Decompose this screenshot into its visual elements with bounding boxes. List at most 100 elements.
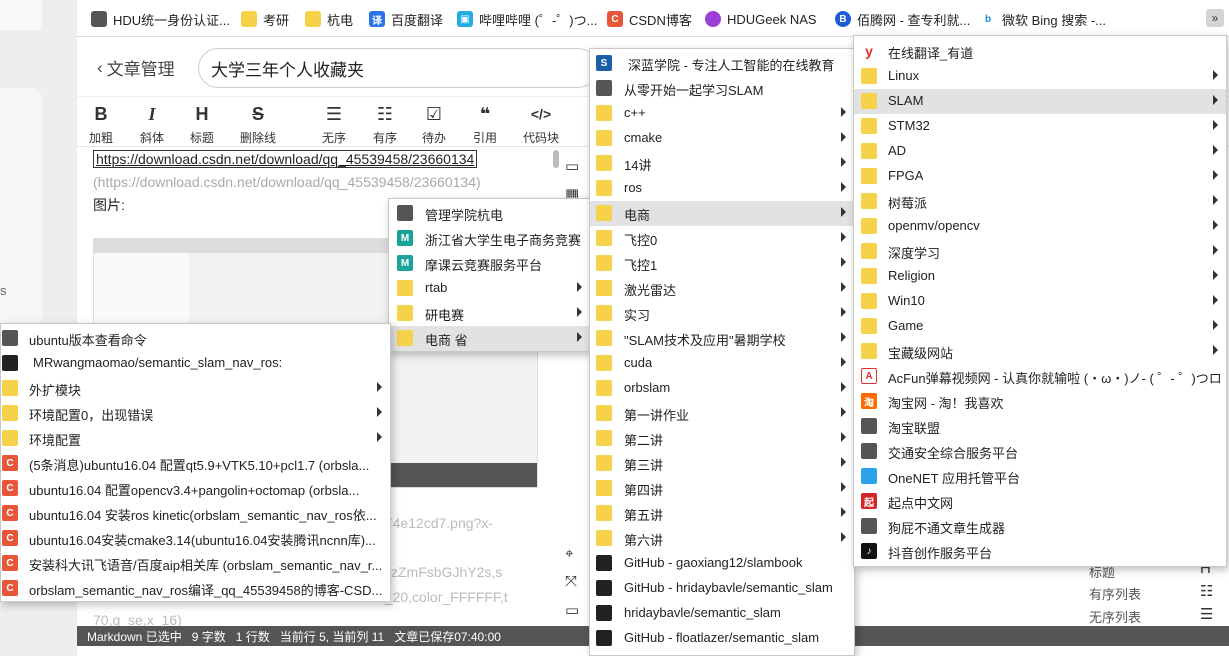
menu-item[interactable]: 管理学院杭电 <box>389 201 590 226</box>
menu-item[interactable]: MRwangmaomao/semantic_slam_nav_ros: <box>1 351 390 376</box>
menu-folder[interactable]: 外扩模块 <box>1 376 390 401</box>
menu-item[interactable]: GitHub - gaoxiang12/slambook <box>590 551 854 576</box>
tool-label: 待办 <box>421 131 446 145</box>
menu-item[interactable]: GitHub - floatlazer/semantic_slam <box>590 626 854 651</box>
menu-folder[interactable]: c++ <box>590 101 854 126</box>
menu-folder[interactable]: 第四讲 <box>590 476 854 501</box>
menu-folder[interactable]: orbslam <box>590 376 854 401</box>
expand-icon[interactable]: ⤧ <box>565 573 577 590</box>
strikethrough-button[interactable]: S 删除线 <box>238 103 278 146</box>
menu-folder[interactable]: cmake <box>590 126 854 151</box>
bookmark-hdu[interactable]: HDU统一身份认证... <box>91 9 230 29</box>
menu-folder[interactable]: cuda <box>590 351 854 376</box>
menu-item[interactable]: ♪ 抖音创作服务平台 <box>854 539 1226 564</box>
menu-item[interactable]: 淘淘宝网 - 淘！我喜欢 <box>854 389 1226 414</box>
menu-item[interactable]: A AcFun弹幕视频网 - 认真你就输啦 (・ω・)ノ- ( ゜- ゜)つロ <box>854 364 1226 389</box>
menu-folder[interactable]: 树莓派 <box>854 189 1226 214</box>
menu-item[interactable]: GitHub - hridaybavle/semantic_slam <box>590 576 854 601</box>
menu-item[interactable]: M 摩课云竞赛服务平台 <box>389 251 590 276</box>
menu-folder[interactable]: 激光雷达 <box>590 276 854 301</box>
menu-folder[interactable]: Win10 <box>854 289 1226 314</box>
menu-item[interactable]: hridaybavle/semantic_slam <box>590 601 854 626</box>
menu-folder[interactable]: ros <box>590 176 854 201</box>
menu-folder[interactable]: rtab <box>389 276 590 301</box>
bookmarks-overflow-button[interactable]: » <box>1206 9 1224 27</box>
menu-folder[interactable]: 环境配置0，出现错误 <box>1 401 390 426</box>
menu-item[interactable]: C (5条消息)ubuntu16.04 配置qt5.9+VTK5.10+pcl1.… <box>1 451 390 476</box>
menu-item[interactable]: ubuntu版本查看命令 <box>1 326 390 351</box>
menu-folder[interactable]: STM32 <box>854 114 1226 139</box>
bookmark-hangdian[interactable]: 杭电 <box>305 9 353 29</box>
menu-item-label: cuda <box>624 355 653 370</box>
menu-folder[interactable]: 飞控1 <box>590 251 854 276</box>
menu-folder-highlighted[interactable]: SLAM <box>854 89 1226 114</box>
menu-folder[interactable]: openmv/opencv <box>854 214 1226 239</box>
bookmark-baiteng[interactable]: B 佰腾网 - 查专利就... <box>835 9 970 29</box>
bookmark-hdugeek-nas[interactable]: HDUGeek NAS <box>705 9 817 29</box>
unordered-list-button[interactable]: ☰ 无序 <box>314 103 354 146</box>
menu-folder[interactable]: Linux <box>854 64 1226 89</box>
menu-folder[interactable]: 第二讲 <box>590 426 854 451</box>
menu-item[interactable]: Corbslam_semantic_nav_ros编译_qq_45539458的… <box>1 576 390 601</box>
submenu-arrow-icon <box>1213 145 1218 155</box>
menu-folder[interactable]: AD <box>854 139 1226 164</box>
menu-item[interactable]: 起起点中文网 <box>854 489 1226 514</box>
menu-item[interactable]: 淘宝联盟 <box>854 414 1226 439</box>
menu-folder[interactable]: 环境配置 <box>1 426 390 451</box>
menu-folder[interactable]: 研电赛 <box>389 301 590 326</box>
menu-item-label: OneNET 应用托管平台 <box>888 471 1020 486</box>
quote-button[interactable]: ❝ 引用 <box>465 103 505 146</box>
code-block-button[interactable]: </> 代码块 <box>521 103 561 146</box>
menu-folder[interactable]: 深度学习 <box>854 239 1226 264</box>
menu-item[interactable]: Cubuntu16.04安装cmake3.14(ubuntu16.04安装腾讯n… <box>1 526 390 551</box>
menu-item[interactable]: 交通安全综合服务平台 <box>854 439 1226 464</box>
menu-folder[interactable]: 宝藏级网站 <box>854 339 1226 364</box>
menu-folder-highlighted[interactable]: 电商 省 <box>389 326 590 351</box>
monitor-icon[interactable]: ▭ <box>565 601 579 619</box>
bookmark-bilibili[interactable]: ▣ 哔哩哔哩 (゜-゜)つ... <box>457 9 597 29</box>
baiteng-icon: B <box>835 11 851 27</box>
menu-item-label: hridaybavle/semantic_slam <box>624 605 781 620</box>
todo-button[interactable]: ☑ 待办 <box>414 103 454 146</box>
submenu-arrow-icon <box>841 157 846 167</box>
back-to-article-management[interactable]: ‹ 文章管理 <box>97 55 175 80</box>
heading-button[interactable]: H 标题 <box>182 103 222 146</box>
menu-folder[interactable]: Game <box>854 314 1226 339</box>
menu-item-label: ubuntu版本查看命令 <box>29 333 147 348</box>
menu-folder-highlighted[interactable]: 电商 <box>590 201 854 226</box>
bookmark-csdn[interactable]: C CSDN博客 <box>607 9 692 29</box>
menu-item[interactable]: OneNET 应用托管平台 <box>854 464 1226 489</box>
menu-folder[interactable]: 14讲 <box>590 151 854 176</box>
menu-folder[interactable]: 第五讲 <box>590 501 854 526</box>
menu-folder[interactable]: "SLAM技术及应用"暑期学校 <box>590 326 854 351</box>
menu-item[interactable]: S 深蓝学院 - 专注人工智能的在线教育 <box>590 51 854 76</box>
menu-item[interactable]: 狗屁不通文章生成器 <box>854 514 1226 539</box>
menu-folder[interactable]: 飞控0 <box>590 226 854 251</box>
italic-button[interactable]: I 斜体 <box>132 103 172 146</box>
ordered-list-button[interactable]: ☷ 有序 <box>365 103 405 146</box>
folder-icon <box>596 405 612 421</box>
menu-item[interactable]: C 安装科大讯飞语音/百度aip相关库 (orbslam_semantic_nav… <box>1 551 390 576</box>
bookmark-baidu-translate[interactable]: 译百度翻译 <box>369 9 443 29</box>
folder-icon <box>596 505 612 521</box>
bold-button[interactable]: B 加粗 <box>81 103 121 146</box>
menu-folder[interactable]: 实习 <box>590 301 854 326</box>
menu-item[interactable]: Cubuntu16.04 安装ros kinetic(orbslam_seman… <box>1 501 390 526</box>
shenlan-icon: S <box>596 55 612 71</box>
article-title-input[interactable]: 大学三年个人收藏夹 <box>198 48 598 88</box>
menu-item[interactable]: M 浙江省大学生电子商务竞赛 <box>389 226 590 251</box>
editor-scrollbar-thumb[interactable] <box>553 150 559 168</box>
menu-item[interactable]: y 在线翻译_有道 <box>854 39 1226 64</box>
bookmark-bing[interactable]: b 微软 Bing 搜索 -... <box>980 9 1106 29</box>
menu-folder[interactable]: 第三讲 <box>590 451 854 476</box>
menu-item[interactable]: Cubuntu16.04 配置opencv3.4+pangolin+octoma… <box>1 476 390 501</box>
locate-icon[interactable]: ⌖ <box>565 545 573 562</box>
menu-folder[interactable]: 第一讲作业 <box>590 401 854 426</box>
preview-toggle-icon[interactable]: ▭ <box>565 157 579 175</box>
submenu-arrow-icon <box>841 532 846 542</box>
menu-folder[interactable]: Religion <box>854 264 1226 289</box>
bookmark-kaoyan[interactable]: 考研 <box>241 9 289 29</box>
menu-item[interactable]: 从零开始一起学习SLAM <box>590 76 854 101</box>
menu-folder[interactable]: FPGA <box>854 164 1226 189</box>
menu-folder[interactable]: 第六讲 <box>590 526 854 551</box>
